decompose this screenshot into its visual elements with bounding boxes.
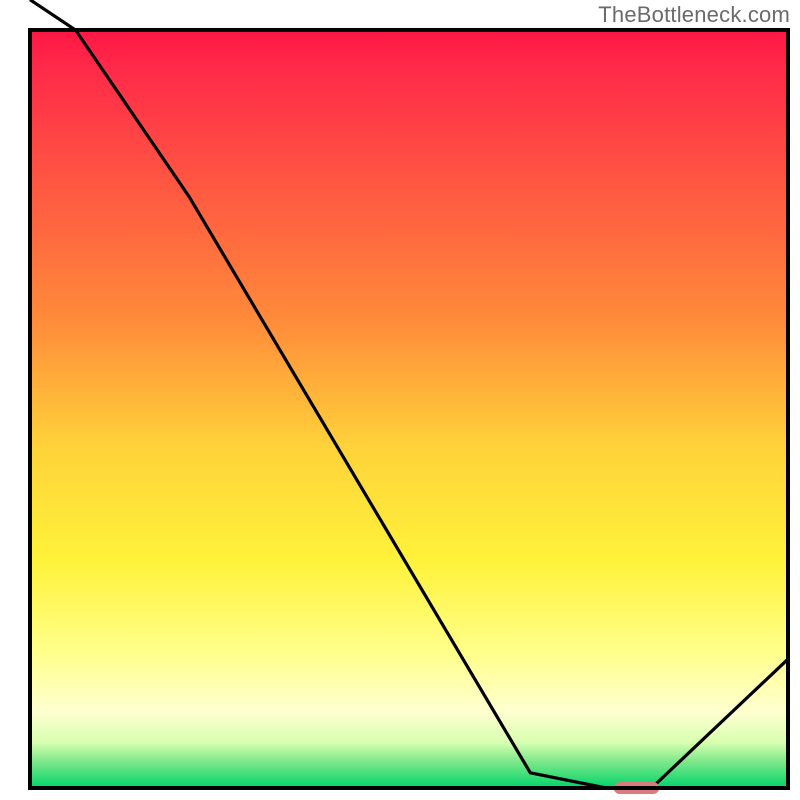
chart-svg [0, 0, 800, 800]
chart-container: TheBottleneck.com [0, 0, 800, 800]
plot-background [30, 30, 788, 788]
